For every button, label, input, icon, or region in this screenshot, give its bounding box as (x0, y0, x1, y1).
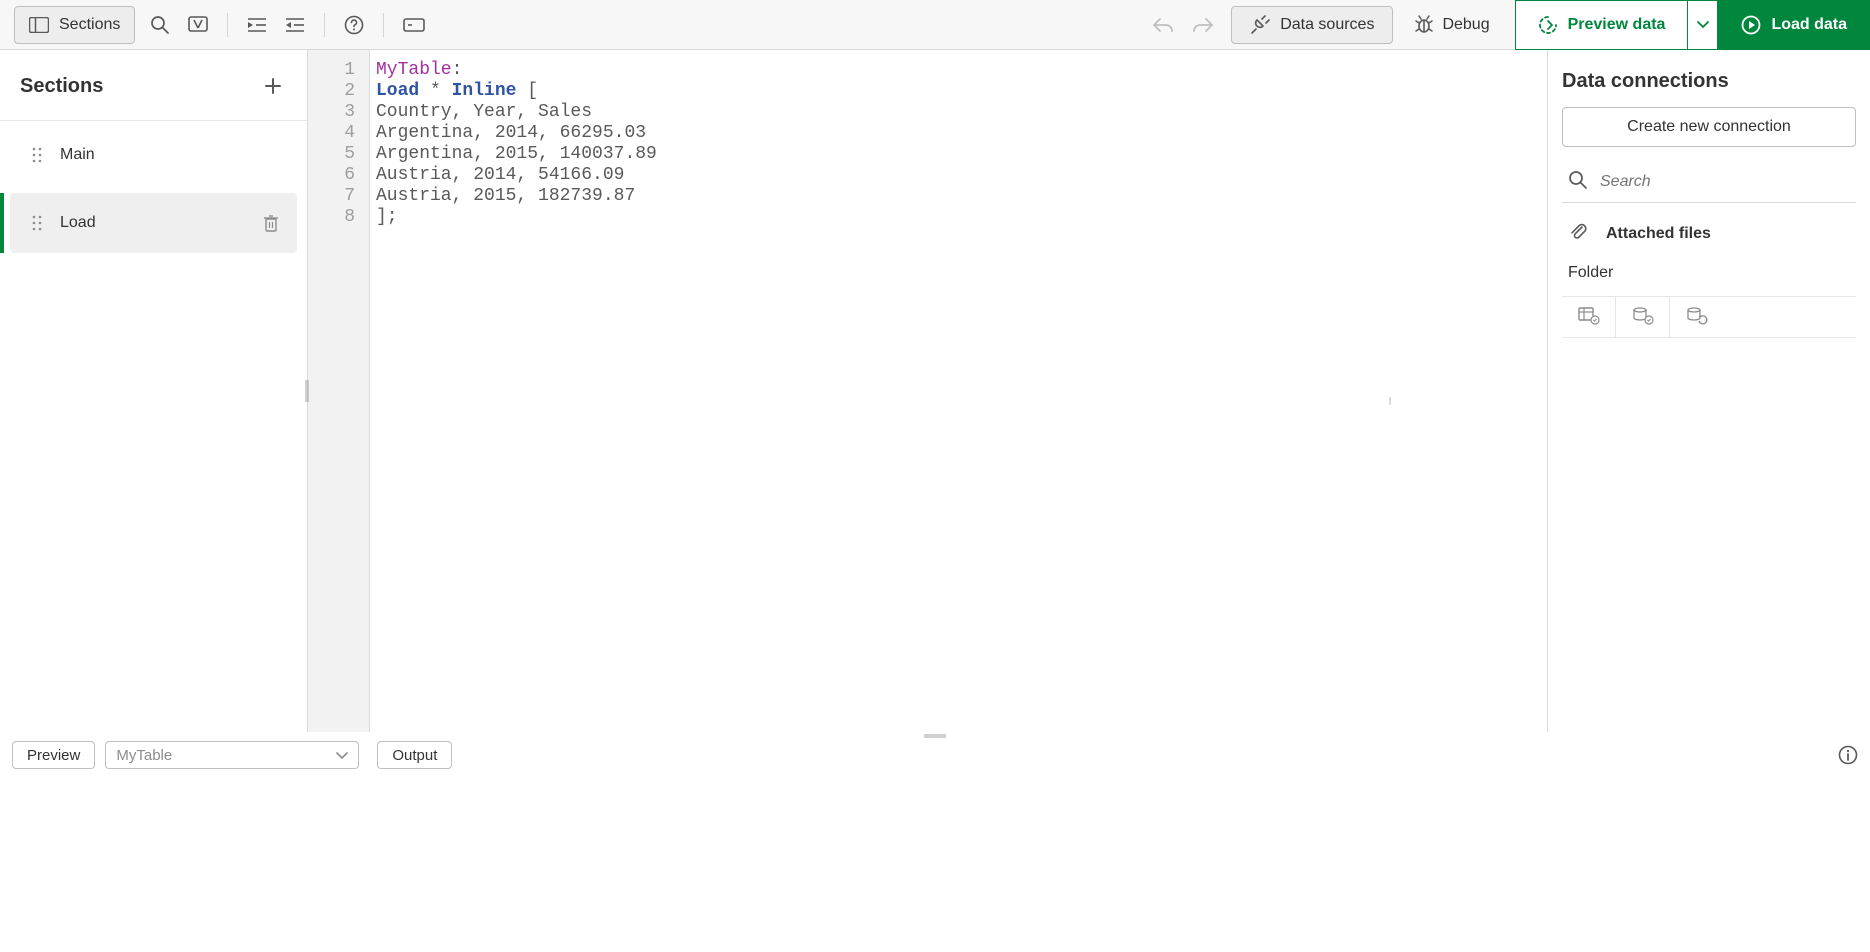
connection-action-row (1562, 296, 1856, 338)
line-number: 2 (308, 81, 355, 102)
table-select-value: MyTable (116, 747, 172, 764)
bottom-bar: Preview MyTable Output (0, 740, 1870, 770)
section-item-label: Main (60, 146, 279, 164)
connections-search-input[interactable] (1600, 173, 1850, 191)
undo-icon (1152, 16, 1174, 34)
line-number: 6 (308, 165, 355, 186)
plus-icon (264, 77, 282, 95)
info-button[interactable] (1838, 745, 1858, 765)
line-number: 7 (308, 186, 355, 207)
help-button[interactable] (335, 6, 373, 44)
comment-icon (188, 16, 208, 34)
comment-button[interactable] (179, 6, 217, 44)
code-content[interactable]: MyTable: Load * Inline [ Country, Year, … (370, 50, 1225, 732)
sections-title: Sections (20, 75, 103, 98)
data-sources-label: Data sources (1280, 16, 1374, 34)
attached-files-label: Attached files (1606, 225, 1711, 243)
load-data-label: Load data (1771, 16, 1847, 34)
indent-button[interactable] (238, 6, 276, 44)
add-section-button[interactable] (257, 70, 289, 102)
preview-tab-label: Preview (27, 747, 80, 764)
line-gutter: 1 2 3 4 5 6 7 8 (308, 50, 370, 732)
reload-connection-button[interactable] (1670, 297, 1724, 337)
debug-label: Debug (1442, 16, 1489, 34)
sections-toggle-button[interactable]: Sections (14, 6, 135, 44)
attached-files-row[interactable]: Attached files (1562, 217, 1856, 250)
sections-sidebar-header: Sections (0, 50, 307, 120)
create-connection-button[interactable]: Create new connection (1562, 107, 1856, 147)
sections-toggle-label: Sections (59, 16, 120, 34)
play-circle-icon (1741, 15, 1761, 35)
top-toolbar: Sections (0, 0, 1870, 50)
script-editor[interactable]: 1 2 3 4 5 6 7 8 MyTable: Load * Inline [… (308, 50, 1548, 732)
line-number: 8 (308, 207, 355, 228)
panel-left-icon (29, 17, 49, 33)
line-number: 5 (308, 144, 355, 165)
grid-check-icon (1578, 307, 1600, 328)
undo-button[interactable] (1143, 6, 1183, 44)
left-splitter-handle[interactable] (304, 377, 310, 405)
output-tab-button[interactable]: Output (377, 741, 452, 769)
trash-icon (263, 214, 279, 232)
db-reload-icon (1686, 307, 1708, 328)
line-number: 1 (308, 60, 355, 81)
db-check-icon (1632, 307, 1654, 328)
data-connections-panel: Data connections Create new connection A… (1548, 50, 1870, 732)
section-item-label: Load (60, 214, 245, 232)
load-data-button[interactable]: Load data (1718, 0, 1870, 50)
insert-button[interactable] (394, 6, 434, 44)
redo-icon (1192, 16, 1214, 34)
search-icon (1568, 170, 1588, 193)
drag-handle-icon[interactable] (32, 147, 42, 163)
sidebar-divider (0, 120, 307, 121)
right-splitter-handle[interactable] (1229, 377, 1551, 405)
search-button[interactable] (141, 6, 179, 44)
preview-data-label: Preview data (1568, 16, 1666, 34)
debug-button[interactable]: Debug (1403, 6, 1500, 44)
toolbar-separator (227, 13, 228, 37)
line-number: 4 (308, 123, 355, 144)
data-sources-button[interactable]: Data sources (1231, 6, 1393, 44)
line-number: 3 (308, 102, 355, 123)
bug-icon (1414, 15, 1434, 35)
info-icon (1838, 745, 1858, 765)
data-connections-title: Data connections (1562, 70, 1856, 93)
preview-tab-button[interactable]: Preview (12, 741, 95, 769)
sections-sidebar: Sections Main Load (0, 50, 308, 732)
field-icon (403, 18, 425, 32)
create-connection-label: Create new connection (1627, 118, 1791, 136)
preview-dropdown-button[interactable] (1688, 0, 1718, 50)
chevron-down-icon (336, 747, 348, 764)
connections-search[interactable] (1562, 161, 1856, 203)
table-select[interactable]: MyTable (105, 741, 359, 769)
outdent-icon (285, 17, 305, 33)
outdent-button[interactable] (276, 6, 314, 44)
chevron-down-icon (1697, 21, 1709, 29)
section-item-main[interactable]: Main (10, 125, 297, 185)
horizontal-splitter-handle[interactable] (0, 732, 1870, 740)
preview-icon (1538, 15, 1558, 35)
output-tab-label: Output (392, 747, 437, 764)
plug-icon (1250, 15, 1270, 35)
select-data-button[interactable] (1562, 297, 1616, 337)
help-icon (344, 15, 364, 35)
main-area: Sections Main Load 1 (0, 50, 1870, 732)
section-item-load[interactable]: Load (10, 193, 297, 253)
paperclip-icon (1568, 221, 1588, 246)
insert-script-button[interactable] (1616, 297, 1670, 337)
delete-section-button[interactable] (263, 214, 279, 232)
preview-data-button[interactable]: Preview data (1515, 0, 1689, 50)
search-icon (150, 15, 170, 35)
toolbar-separator (324, 13, 325, 37)
indent-icon (247, 17, 267, 33)
drag-handle-icon[interactable] (32, 215, 42, 231)
folder-label: Folder (1562, 264, 1856, 282)
toolbar-separator (383, 13, 384, 37)
redo-button[interactable] (1183, 6, 1223, 44)
